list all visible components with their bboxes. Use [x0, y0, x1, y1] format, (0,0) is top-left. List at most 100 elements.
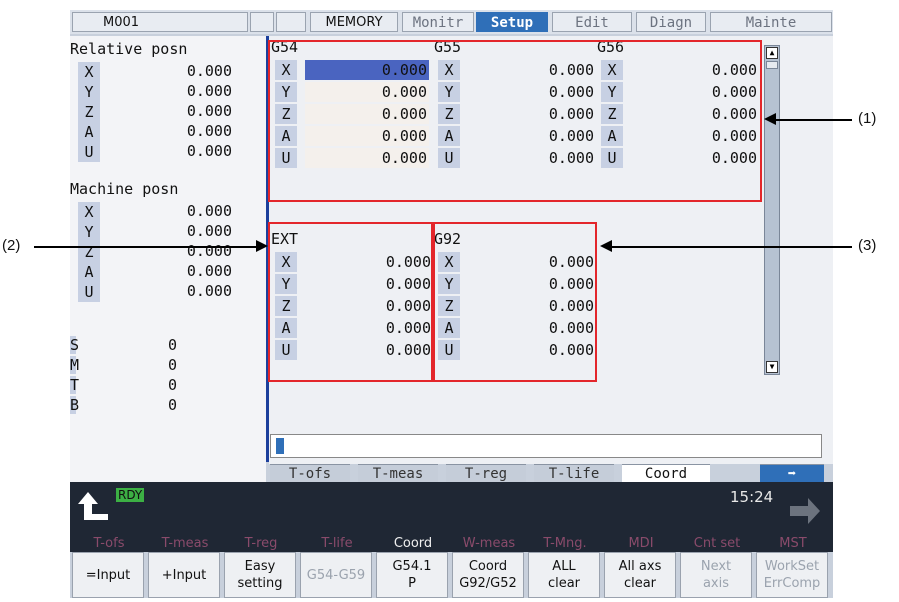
- back-arrow-icon[interactable]: [76, 490, 112, 528]
- bottom-tab-t-meas[interactable]: T-meas: [358, 464, 438, 482]
- program-number: M001: [72, 12, 248, 32]
- clock: 15:24: [730, 488, 774, 506]
- softkey-button[interactable]: ALL clear: [528, 552, 600, 598]
- relative-axis-label: U: [78, 142, 100, 162]
- softkey-label-line1: =Input: [85, 567, 131, 583]
- softkey-button[interactable]: +Input: [148, 552, 220, 598]
- machine-axis-value: 0.000: [186, 282, 232, 300]
- scroll-down-icon[interactable]: ▼: [766, 361, 778, 373]
- code-label: M: [70, 356, 80, 374]
- softkey-label-line1: G54.1: [392, 559, 432, 574]
- softkey-label-line2: ErrComp: [763, 576, 821, 591]
- menu-label: W-meas: [462, 536, 516, 551]
- menu-label: T-Mng.: [543, 536, 587, 551]
- softkey-button[interactable]: =Input: [72, 552, 144, 598]
- tab-mainte[interactable]: Mainte: [710, 12, 832, 32]
- top-status-bar: M001 MEMORY Monitr Setup Edit Diagn Main…: [70, 10, 833, 34]
- softkey-label-line1: Coord: [468, 559, 508, 574]
- softkey-label-line1: +Input: [161, 567, 207, 583]
- softkey-button[interactable]: Coord G92/G52: [452, 552, 524, 598]
- softkey-label-line1: G54-G59: [306, 567, 366, 583]
- annotation-arrowhead-2: [256, 240, 268, 252]
- menu-label: Cnt set: [693, 536, 741, 551]
- machine-axis-label: Y: [78, 222, 100, 242]
- annotation-leader-3: [612, 246, 852, 248]
- menu-label: T-life: [321, 536, 353, 551]
- tab-setup[interactable]: Setup: [476, 12, 548, 32]
- status-bar: [70, 482, 833, 534]
- menu-label: Coord: [393, 536, 433, 551]
- machine-axis-label: Z: [78, 242, 100, 262]
- code-label: S: [70, 336, 80, 354]
- scroll-thumb[interactable]: [766, 61, 778, 69]
- tab-edit[interactable]: Edit: [552, 12, 632, 32]
- bottom-tab-t-reg[interactable]: T-reg: [446, 464, 526, 482]
- bottom-tab-t-ofs[interactable]: T-ofs: [270, 464, 350, 482]
- machine-axis-label: A: [78, 262, 100, 282]
- code-value: 0: [168, 376, 178, 394]
- code-value: 0: [168, 336, 178, 354]
- machine-axis-value: 0.000: [186, 242, 232, 260]
- tab-diagn[interactable]: Diagn: [636, 12, 706, 32]
- machine-axis-label: U: [78, 282, 100, 302]
- relative-axis-value: 0.000: [186, 62, 232, 80]
- bottom-tab-coord[interactable]: Coord: [622, 464, 710, 482]
- annotation-label-2: (2): [2, 237, 21, 254]
- menu-label: T-meas: [161, 536, 209, 551]
- machine-axis-value: 0.000: [186, 222, 232, 240]
- softkey-button[interactable]: Next axis: [680, 552, 752, 598]
- softkey-label-line2: clear: [547, 576, 581, 591]
- operation-mode: MEMORY: [310, 12, 398, 32]
- annotation-leader-1: [776, 119, 852, 121]
- softkey-label-line1: ALL: [552, 559, 576, 574]
- tab-next-arrow-icon[interactable]: ➡: [760, 464, 824, 482]
- softkey-label-line2: G92/G52: [459, 576, 517, 591]
- softkey-button[interactable]: Easy setting: [224, 552, 296, 598]
- relative-axis-label: Y: [78, 82, 100, 102]
- softkey-button[interactable]: WorkSet ErrComp: [756, 552, 828, 598]
- code-label: T: [70, 376, 80, 394]
- annotation-arrowhead-1: [764, 113, 776, 125]
- menu-label: MST: [779, 536, 807, 551]
- softkey-button[interactable]: All axs clear: [604, 552, 676, 598]
- relative-axis-label: X: [78, 62, 100, 82]
- softkey-label-line2: P: [408, 576, 416, 591]
- status-cell-1: [250, 12, 274, 32]
- machine-axis-value: 0.000: [186, 202, 232, 220]
- softkey-label-line1: Next: [700, 559, 732, 574]
- code-value: 0: [168, 356, 178, 374]
- softkey-label-line2: clear: [623, 576, 657, 591]
- softkey-label-line2: axis: [702, 576, 730, 591]
- annotation-leader-2: [34, 246, 256, 248]
- input-cursor: [276, 438, 284, 454]
- vertical-scrollbar[interactable]: ▲ ▼: [764, 45, 780, 375]
- annotation-label-3: (3): [858, 237, 877, 254]
- annotation-box-3: [433, 222, 597, 382]
- code-value: 0: [168, 396, 178, 414]
- relative-axis-value: 0.000: [186, 142, 232, 160]
- relative-axis-label: Z: [78, 102, 100, 122]
- softkey-label-line1: Easy: [244, 559, 276, 574]
- menu-label: T-ofs: [93, 536, 125, 551]
- softkey-label-line2: setting: [237, 576, 283, 591]
- softkey-button[interactable]: G54.1 P: [376, 552, 448, 598]
- scroll-up-icon[interactable]: ▲: [766, 47, 778, 59]
- machine-axis-value: 0.000: [186, 262, 232, 280]
- tab-monitor[interactable]: Monitr: [402, 12, 474, 32]
- relative-axis-value: 0.000: [186, 122, 232, 140]
- annotation-box-1: [268, 40, 762, 202]
- annotation-label-1: (1): [858, 110, 877, 127]
- ready-indicator: RDY: [116, 488, 145, 502]
- menu-label: MDI: [628, 536, 654, 551]
- annotation-arrowhead-3: [600, 240, 612, 252]
- relative-axis-label: A: [78, 122, 100, 142]
- relative-axis-value: 0.000: [186, 102, 232, 120]
- relative-position-title: Relative posn: [70, 40, 188, 58]
- next-menu-arrow-icon[interactable]: [788, 496, 822, 526]
- bottom-tab-t-life[interactable]: T-life: [534, 464, 614, 482]
- machine-position-title: Machine posn: [70, 180, 179, 198]
- input-field[interactable]: [270, 434, 822, 458]
- status-cell-2: [276, 12, 306, 32]
- softkey-button[interactable]: G54-G59: [300, 552, 372, 598]
- softkey-label-line1: WorkSet: [764, 559, 820, 574]
